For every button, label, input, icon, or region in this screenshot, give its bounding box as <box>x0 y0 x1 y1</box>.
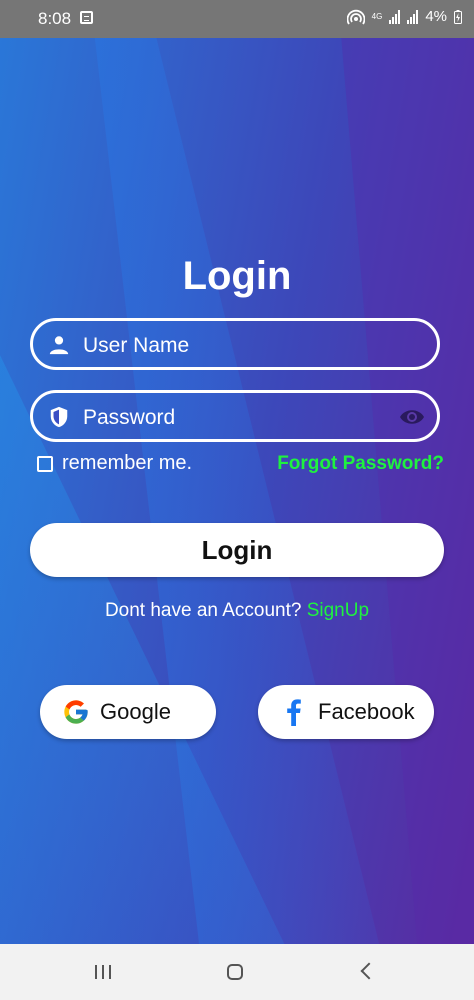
password-placeholder: Password <box>83 406 176 429</box>
recent-apps-icon[interactable] <box>95 965 111 979</box>
hotspot-icon <box>346 9 365 25</box>
facebook-label: Facebook <box>318 699 415 724</box>
facebook-login-button[interactable]: Facebook <box>258 685 434 739</box>
home-icon[interactable] <box>227 964 243 980</box>
remember-checkbox[interactable] <box>37 455 53 472</box>
shield-icon <box>50 406 68 428</box>
page-title: Login <box>182 254 292 298</box>
google-icon <box>64 700 88 724</box>
back-icon[interactable] <box>360 962 378 980</box>
status-time: 8:08 <box>38 9 72 28</box>
username-placeholder: User Name <box>83 334 190 357</box>
signal-icon <box>389 9 401 24</box>
battery-percent: 4% <box>425 8 447 25</box>
signal-icon-2 <box>407 9 419 24</box>
username-field[interactable]: User Name <box>30 318 440 370</box>
remember-me[interactable]: remember me. <box>37 452 192 475</box>
password-field[interactable]: Password <box>30 390 440 442</box>
google-label: Google <box>100 699 171 724</box>
notification-icon <box>80 11 93 24</box>
remember-label: remember me. <box>62 452 193 474</box>
network-type: 4G <box>371 11 383 21</box>
signup-row: Dont have an Account? SignUp <box>0 600 474 622</box>
login-button[interactable]: Login <box>30 523 444 577</box>
signup-prompt: Dont have an Account? <box>104 600 302 621</box>
eye-icon[interactable] <box>399 408 425 426</box>
facebook-icon <box>287 699 301 726</box>
status-right: 4G 4% <box>346 8 462 25</box>
signup-link[interactable]: SignUp <box>307 600 369 621</box>
navigation-bar <box>0 944 474 1000</box>
background <box>0 38 474 944</box>
status-bar: 8:08 4G 4% <box>0 0 474 38</box>
battery-charging-icon <box>454 9 462 24</box>
person-icon <box>49 336 69 355</box>
google-login-button[interactable]: Google <box>40 685 216 739</box>
forgot-password-link[interactable]: Forgot Password? <box>277 453 444 475</box>
